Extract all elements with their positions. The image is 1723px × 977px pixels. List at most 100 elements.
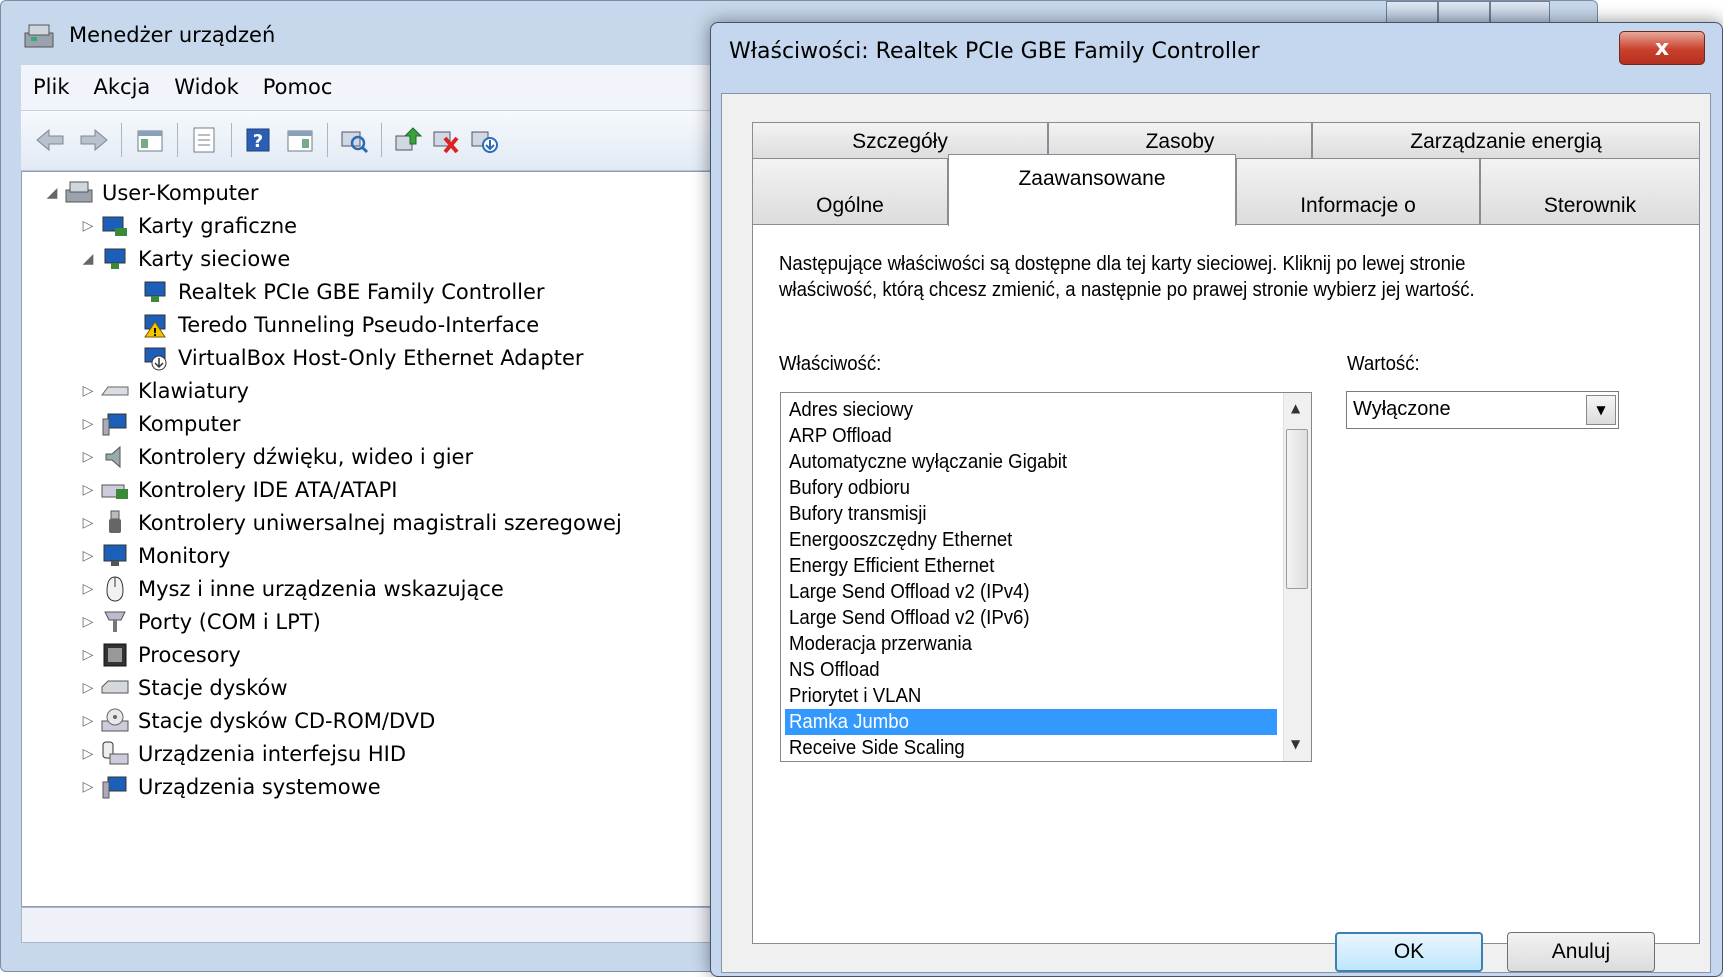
expand-arrow-icon[interactable]: ▷ [80,713,96,729]
expand-arrow-icon[interactable]: ▷ [80,515,96,531]
tree-category[interactable]: ▷ Stacje dysków CD-ROM/DVD [80,704,435,738]
scrollbar-thumb[interactable] [1286,429,1308,589]
network-adapter-warning-icon: ! [140,311,170,339]
expand-arrow-icon[interactable]: ▷ [80,482,96,498]
tree-category[interactable]: ▷ Urządzenia interfejsu HID [80,737,406,771]
svg-text:?: ? [253,131,263,152]
scroll-down-icon[interactable]: ▼ [1291,737,1300,751]
tree-category[interactable]: ◢ Karty sieciowe [80,242,291,276]
network-adapter-icon [100,245,130,273]
disable-device-icon[interactable] [429,123,463,157]
computer-root-icon [64,179,94,207]
dropdown-arrow-icon[interactable]: ▼ [1586,395,1616,425]
tree-device[interactable]: Realtek PCIe GBE Family Controller [140,275,545,309]
tree-device-label: VirtualBox Host-Only Ethernet Adapter [178,346,584,370]
property-list-item[interactable]: Bufory transmisji [785,501,1277,527]
cancel-button[interactable]: Anuluj [1507,932,1655,972]
tree-category[interactable]: ▷ Porty (COM i LPT) [80,605,321,639]
property-list-item-label: Moderacja przerwania [789,633,972,655]
property-list[interactable]: Adres sieciowy ARP Offload Automatyczne wy… [780,392,1312,762]
tree-category[interactable]: ▷ Monitory [80,539,231,573]
back-arrow-icon[interactable] [33,123,67,157]
property-list-item[interactable]: ARP Offload [785,423,1277,449]
menu-action[interactable]: Akcja [82,65,163,99]
ok-button[interactable]: OK [1335,932,1483,972]
expand-arrow-icon[interactable]: ▷ [80,680,96,696]
property-list-item[interactable]: Moderacja przerwania [785,631,1277,657]
property-list-item[interactable]: Bufory odbioru [785,475,1277,501]
forward-arrow-icon[interactable] [77,123,111,157]
property-list-item[interactable]: Ramka Jumbo [785,709,1277,735]
tree-category[interactable]: ▷ Mysz i inne urządzenia wskazujące [80,572,504,606]
tab-advanced[interactable]: Zaawansowane [948,154,1236,226]
property-list-item-label: Energy Efficient Ethernet [789,555,995,577]
menu-file[interactable]: Plik [21,65,82,99]
description-line-2: właściwość, którą chcesz zmienić, a nast… [779,279,1475,301]
tree-category-label: Karty graficzne [138,214,298,238]
expand-arrow-icon[interactable]: ▷ [80,416,96,432]
value-dropdown[interactable]: Wyłączone ▼ [1346,391,1619,429]
mouse-icon [100,575,130,603]
tree-category[interactable]: ▷ Kontrolery dźwięku, wideo i gier [80,440,474,474]
menu-view[interactable]: Widok [162,65,250,99]
tree-device[interactable]: VirtualBox Host-Only Ethernet Adapter [140,341,584,375]
list-scrollbar[interactable]: ▲ ▼ [1283,393,1311,761]
tree-category[interactable]: ▷ Urządzenia systemowe [80,770,381,804]
tree-root[interactable]: ◢ User-Komputer [44,176,259,210]
expand-arrow-icon[interactable]: ▷ [80,614,96,630]
property-list-item[interactable]: Large Send Offload v2 (IPv6) [785,605,1277,631]
collapse-arrow-icon[interactable]: ◢ [80,251,96,267]
expand-arrow-icon[interactable]: ▷ [80,647,96,663]
tree-category[interactable]: ▷ Komputer [80,407,241,441]
expand-arrow-icon[interactable]: ▷ [80,548,96,564]
property-list-item[interactable]: Large Send Offload v2 (IPv4) [785,579,1277,605]
property-list-item[interactable]: Receive Side Scaling [785,735,1277,761]
processor-icon [100,641,130,669]
expand-arrow-icon[interactable]: ▷ [80,383,96,399]
uninstall-device-icon[interactable] [467,123,501,157]
tree-category[interactable]: ▷ Kontrolery IDE ATA/ATAPI [80,473,398,507]
collapse-arrow-icon[interactable]: ◢ [44,185,60,201]
dialog-title: Właściwości: Realtek PCIe GBE Family Con… [729,39,1260,64]
tree-category[interactable]: ▷ Procesory [80,638,241,672]
property-list-item-label: Priorytet i VLAN [789,685,922,707]
property-list-item[interactable]: Adres sieciowy [785,397,1277,423]
menu-help[interactable]: Pomoc [251,65,345,99]
scroll-up-icon[interactable]: ▲ [1291,401,1300,415]
tab-about[interactable]: Informacje o [1236,158,1480,224]
show-hide-tree-icon[interactable] [133,123,167,157]
property-list-item[interactable]: Priorytet i VLAN [785,683,1277,709]
expand-arrow-icon[interactable]: ▷ [80,581,96,597]
tree-device[interactable]: ! Teredo Tunneling Pseudo-Interface [140,308,539,342]
property-list-item[interactable]: Energy Efficient Ethernet [785,553,1277,579]
hid-icon [100,740,130,768]
tree-category[interactable]: ▷ Stacje dysków [80,671,288,705]
properties-icon[interactable] [187,123,221,157]
scan-hardware-icon[interactable] [337,123,371,157]
property-list-item[interactable]: NS Offload [785,657,1277,683]
tab-driver[interactable]: Sterownik [1480,158,1700,224]
property-list-item[interactable]: Automatyczne wyłączanie Gigabit [785,449,1277,475]
tab-power-management[interactable]: Zarządzanie energią [1312,122,1700,160]
help-icon[interactable]: ? [241,123,275,157]
cdrom-icon [100,707,130,735]
tree-category[interactable]: ▷ Klawiatury [80,374,249,408]
update-driver-icon[interactable] [391,123,425,157]
properties-dialog: Właściwości: Realtek PCIe GBE Family Con… [710,22,1723,977]
property-list-item[interactable]: Energooszczędny Ethernet [785,527,1277,553]
tab-general[interactable]: Ogólne [752,158,948,224]
description-line-1: Następujące właściwości są dostępne dla … [779,253,1466,275]
tree-root-label: User-Komputer [102,181,259,205]
tree-category[interactable]: ▷ Karty graficzne [80,209,298,243]
port-icon [100,608,130,636]
expand-arrow-icon[interactable]: ▷ [80,779,96,795]
expand-arrow-icon[interactable]: ▷ [80,218,96,234]
property-list-item-label: Large Send Offload v2 (IPv4) [789,581,1030,603]
property-list-item-label: ARP Offload [789,425,892,447]
tree-category[interactable]: ▷ Kontrolery uniwersalnej magistrali szer… [80,506,622,540]
action-pane-icon[interactable] [283,123,317,157]
expand-arrow-icon[interactable]: ▷ [80,746,96,762]
dialog-close-button[interactable]: x [1619,31,1705,65]
expand-arrow-icon[interactable]: ▷ [80,449,96,465]
tree-device-label: Teredo Tunneling Pseudo-Interface [178,313,540,337]
